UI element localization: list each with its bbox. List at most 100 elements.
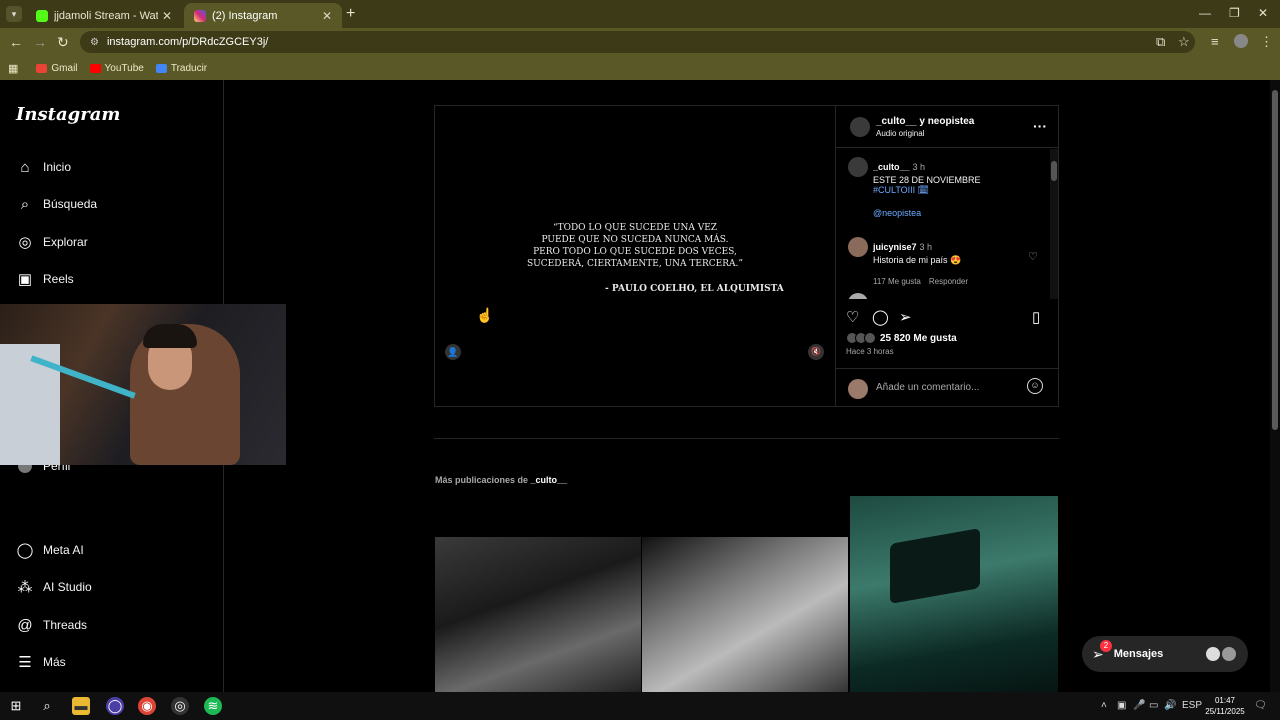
home-icon: ⌂ (20, 158, 30, 176)
compass-icon: ◎ (18, 234, 32, 251)
back-icon[interactable]: ← (9, 34, 23, 50)
caption-mention[interactable]: @neopistea (873, 208, 1043, 218)
chrome-icon[interactable]: ◉ (138, 697, 156, 715)
apps-icon[interactable]: ▦ (8, 62, 18, 75)
reply-button[interactable]: Responder (929, 277, 968, 286)
file-explorer-icon[interactable]: ▬ (72, 697, 90, 715)
install-app-icon[interactable]: ⧉ (1156, 34, 1165, 50)
tab-search-icon[interactable]: ▾ (6, 6, 22, 22)
restore-icon[interactable]: ❐ (1229, 6, 1240, 20)
sidebar-item-label: Búsqueda (43, 197, 98, 211)
tray-expand-icon[interactable]: ˄ (1101, 700, 1107, 711)
post-author[interactable]: _culto__ y neopistea (876, 116, 974, 127)
avatar[interactable] (850, 117, 870, 137)
bookmark-label: YouTube (104, 62, 144, 74)
profile-avatar[interactable] (1234, 34, 1248, 48)
caption-hashtag[interactable]: #CULTOIII 🗓 (873, 185, 1043, 196)
comment-user[interactable]: juicynise7 (873, 242, 917, 252)
comments-list: _culto__ 3 h ESTE 28 DE NOVIEMBRE #CULTOI… (836, 149, 1059, 299)
post-thumbnail[interactable] (435, 537, 641, 692)
minimize-icon[interactable]: — (1199, 6, 1211, 20)
likes-row[interactable]: 25 820 Me gusta (846, 332, 957, 344)
scrollbar-thumb[interactable] (1272, 90, 1278, 430)
comment-time: 3 h (919, 242, 933, 252)
avatar[interactable] (848, 157, 868, 177)
clock[interactable]: 01:47 25/11/2025 (1200, 695, 1250, 717)
sidebar-item-reels[interactable]: ▣ Reels (16, 270, 74, 288)
post-thumbnail[interactable] (642, 537, 848, 692)
microphone-icon[interactable]: 🎤 (1133, 700, 1145, 711)
sidebar-item-explorar[interactable]: ◎ Explorar (16, 233, 87, 251)
new-tab-icon[interactable]: + (346, 5, 355, 23)
sidebar-item-mas[interactable]: ☰ Más (16, 653, 65, 671)
post-thumbnail[interactable] (850, 496, 1058, 692)
bookmark-traducir[interactable]: Traducir (155, 63, 207, 74)
bookmark-youtube[interactable]: YouTube (89, 62, 144, 74)
sidebar-item-meta-ai[interactable]: ◯ Meta AI (16, 541, 84, 559)
search-icon[interactable]: ⌕ (38, 697, 56, 715)
sidebar-item-busqueda[interactable]: ⌕ Búsqueda (16, 195, 97, 213)
close-window-icon[interactable]: ✕ (1258, 6, 1268, 20)
page-scrollbar[interactable] (1270, 80, 1280, 692)
sidebar-item-threads[interactable]: @ Threads (16, 616, 87, 634)
language-indicator[interactable]: ESP (1182, 700, 1202, 711)
ai-studio-icon: ⁂ (17, 579, 33, 596)
sidebar-item-label: Meta AI (43, 543, 84, 557)
network-icon[interactable]: ▭ (1149, 700, 1158, 711)
webcam-overlay (0, 304, 286, 465)
sidebar-item-label: AI Studio (43, 580, 92, 594)
tab-instagram[interactable]: (2) Instagram ✕ (184, 3, 342, 28)
clock-time: 01:47 (1214, 696, 1236, 705)
more-posts-title: Más publicaciones de _culto__ (435, 475, 567, 485)
messages-button[interactable]: ➢ 2 Mensajes (1082, 636, 1248, 672)
more-options-icon[interactable]: ··· (1033, 118, 1047, 134)
scrollbar-thumb[interactable] (1051, 161, 1057, 181)
post-media[interactable]: “TODO LO QUE SUCEDE UNA VEZ PUEDE QUE NO… (435, 106, 835, 406)
share-icon[interactable]: ➢ (899, 308, 912, 326)
obs-icon[interactable]: ◎ (171, 697, 189, 715)
cortana-icon[interactable]: ◯ (106, 697, 124, 715)
comment-time: 3 h (910, 298, 923, 299)
taskbar: ⊞ ⌕ ▬ ◯ ◉ ◎ ≋ ˄ ▣ 🎤 ▭ 🔊 ESP 01:47 25/11/… (0, 692, 1280, 720)
tab-kick-stream[interactable]: jjdamoli Stream - Watch Live o ✕ (26, 3, 182, 28)
meta-ai-icon: ◯ (16, 542, 34, 559)
like-comment-icon[interactable]: ♡ (1028, 250, 1038, 263)
browser-toolbar: ← → ↻ ⚙ instagram.com/p/DRdcZGCEY3j/ ⧉ ☆… (0, 28, 1280, 56)
sidebar-item-ai-studio[interactable]: ⁂ AI Studio (16, 578, 92, 596)
emoji-icon[interactable]: ☺ (1027, 378, 1043, 394)
reload-icon[interactable]: ↻ (57, 34, 69, 51)
post-audio[interactable]: Audio original (876, 129, 924, 138)
media-control-icon[interactable]: ≡ (1211, 34, 1219, 49)
volume-icon[interactable]: 🔊 (1164, 700, 1176, 711)
close-tab-icon[interactable]: ✕ (322, 9, 332, 23)
bookmark-gmail[interactable]: Gmail (36, 63, 78, 74)
browser-tab-bar: ▾ jjdamoli Stream - Watch Live o ✕ (2) I… (0, 0, 1280, 28)
mute-icon[interactable]: 🔇 (808, 344, 824, 360)
comment-likes[interactable]: 117 Me gusta (873, 277, 921, 286)
tab-title: jjdamoli Stream - Watch Live o (54, 9, 158, 22)
comment-user[interactable]: klan (873, 298, 891, 299)
comments-scrollbar[interactable] (1050, 149, 1058, 299)
notifications-icon[interactable]: 🗨 (1254, 700, 1267, 711)
more-menu-icon[interactable]: ⋮ (1260, 34, 1273, 50)
spotify-icon[interactable]: ≋ (204, 697, 222, 715)
instagram-logo[interactable]: Instagram (16, 104, 120, 125)
forward-icon[interactable]: → (33, 34, 47, 50)
site-info-icon[interactable]: ⚙ (90, 37, 99, 48)
post-time: Hace 3 horas (846, 347, 894, 356)
comment-icon[interactable]: ◯ (872, 308, 889, 326)
avatar[interactable] (848, 293, 868, 299)
tagged-user-icon[interactable]: 👤 (445, 344, 461, 360)
more-posts-user[interactable]: _culto__ (531, 475, 568, 485)
tray-app-icon[interactable]: ▣ (1117, 700, 1126, 711)
close-tab-icon[interactable]: ✕ (162, 9, 172, 23)
windows-start-icon[interactable]: ⊞ (7, 697, 25, 715)
like-icon[interactable]: ♡ (846, 308, 859, 326)
caption-user[interactable]: _culto__ (873, 162, 910, 172)
comment-input[interactable]: Añade un comentario... (876, 382, 979, 393)
sidebar-item-inicio[interactable]: ⌂ Inicio (16, 158, 71, 176)
address-bar[interactable]: ⚙ instagram.com/p/DRdcZGCEY3j/ (80, 31, 1195, 53)
bookmark-star-icon[interactable]: ☆ (1178, 34, 1190, 50)
avatar[interactable] (848, 237, 868, 257)
save-icon[interactable]: ▯ (1032, 308, 1040, 326)
